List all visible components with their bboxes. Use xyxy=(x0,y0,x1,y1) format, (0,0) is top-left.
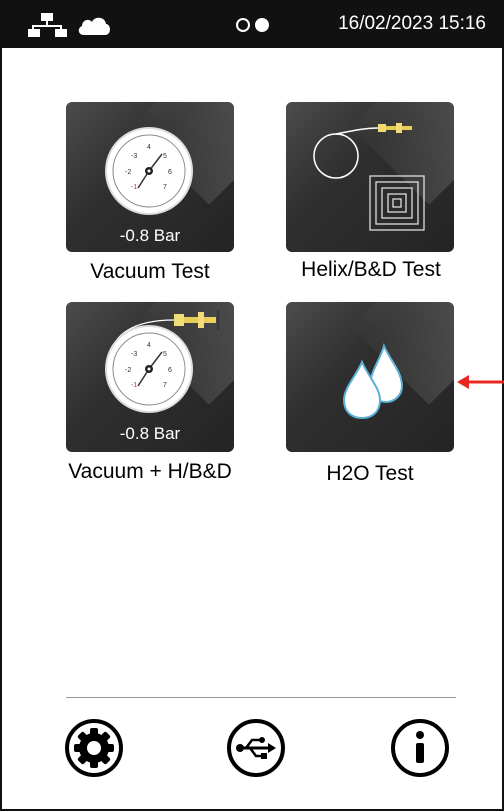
status-bar: 16/02/2023 15:16 xyxy=(2,2,502,48)
svg-text:4: 4 xyxy=(147,144,151,151)
info-icon[interactable] xyxy=(390,718,450,778)
svg-text:5: 5 xyxy=(163,351,167,358)
tile-caption-pressure: -0.8 Bar xyxy=(119,424,181,443)
pointer-arrow-icon xyxy=(457,375,504,389)
svg-text:6: 6 xyxy=(168,169,172,176)
tile-helix-bd-test[interactable] xyxy=(286,102,454,252)
app-screen: 16/02/2023 15:16 -3 4 5 -2 6 -1 7 -0.8 B… xyxy=(0,0,504,811)
gauge-with-helix-icon: -3 4 5 -2 6 -1 7 xyxy=(105,310,219,413)
usb-icon[interactable] xyxy=(226,718,286,778)
svg-text:6: 6 xyxy=(168,367,172,374)
svg-text:-3: -3 xyxy=(131,153,137,160)
svg-text:-2: -2 xyxy=(125,169,131,176)
toggle-dots-icon xyxy=(236,16,286,34)
tile-vacuum-test[interactable]: -3 4 5 -2 6 -1 7 -0.8 Bar xyxy=(66,102,234,252)
tile-label-vacuum-helix-bd[interactable]: Vacuum + H/B&D xyxy=(46,460,254,484)
svg-text:-3: -3 xyxy=(131,351,137,358)
water-drops-icon xyxy=(342,343,404,420)
network-icon xyxy=(28,13,67,37)
tile-h2o-test[interactable] xyxy=(286,302,454,452)
svg-text:5: 5 xyxy=(163,153,167,160)
cloud-icon xyxy=(78,17,110,35)
indicator-off-icon xyxy=(236,18,250,32)
datetime-display: 16/02/2023 15:16 xyxy=(338,13,486,34)
svg-text:-1: -1 xyxy=(131,184,137,191)
tile-vacuum-helix-bd[interactable]: -3 4 5 -2 6 -1 7 -0.8 Bar xyxy=(66,302,234,452)
svg-text:-2: -2 xyxy=(125,367,131,374)
svg-text:7: 7 xyxy=(163,382,167,389)
svg-text:7: 7 xyxy=(163,184,167,191)
helix-tube-icon xyxy=(313,123,425,231)
svg-text:-1: -1 xyxy=(131,382,137,389)
gear-icon[interactable] xyxy=(64,718,124,778)
indicator-on-icon xyxy=(255,18,269,32)
tile-label-h2o-test[interactable]: H2O Test xyxy=(286,462,454,486)
tile-label-vacuum-test[interactable]: Vacuum Test xyxy=(66,260,234,284)
bottom-divider xyxy=(66,697,456,698)
pressure-gauge-icon: -3 4 5 -2 6 -1 7 xyxy=(105,127,193,215)
tile-label-helix-bd-test[interactable]: Helix/B&D Test xyxy=(276,258,466,282)
tile-caption-pressure: -0.8 Bar xyxy=(119,226,181,245)
svg-text:4: 4 xyxy=(147,342,151,349)
